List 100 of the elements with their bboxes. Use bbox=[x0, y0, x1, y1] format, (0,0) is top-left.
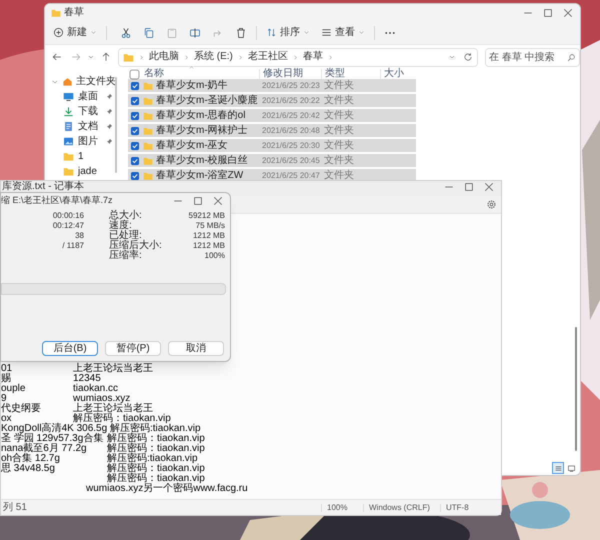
nav-item[interactable]: 1 bbox=[45, 149, 113, 164]
password-note: wumiaos.xyz另一个密码www.facg.ru bbox=[86, 484, 248, 494]
dialog-button[interactable]: 后台(B) bbox=[42, 341, 98, 356]
checkbox[interactable] bbox=[130, 126, 140, 136]
file-type: 文件夹 bbox=[324, 80, 354, 90]
up-icon[interactable] bbox=[100, 51, 112, 63]
copy-icon[interactable] bbox=[143, 26, 155, 38]
cut-icon[interactable] bbox=[120, 26, 132, 38]
column-header[interactable]: 名称 bbox=[144, 68, 164, 79]
chevron-icon bbox=[326, 54, 334, 60]
settings-icon[interactable] bbox=[486, 199, 497, 210]
nav-label: 主文件夹 bbox=[76, 76, 116, 86]
breadcrumb-item[interactable]: 系统 (E:) bbox=[194, 52, 233, 62]
column-header[interactable]: 大小 bbox=[384, 68, 404, 79]
resource-name: 01 bbox=[1, 363, 12, 374]
column-header[interactable]: 修改日期 bbox=[263, 68, 303, 79]
nav-item[interactable]: jade bbox=[45, 164, 113, 179]
file-name: 春草少女m-奶牛 bbox=[156, 80, 228, 90]
dialog-button[interactable]: 暂停(P) bbox=[105, 341, 161, 356]
plus-icon bbox=[53, 27, 64, 38]
file-type: 文件夹 bbox=[324, 140, 354, 150]
resource-name: 代史纲要 bbox=[1, 403, 41, 414]
refresh-icon[interactable] bbox=[463, 52, 473, 62]
rename-icon[interactable] bbox=[189, 26, 201, 38]
encoding[interactable]: UTF-8 bbox=[446, 502, 469, 512]
checkbox[interactable] bbox=[130, 80, 140, 90]
file-row[interactable]: 春草少女m-校服白丝 2021/6/25 20:45 文件夹 bbox=[128, 154, 416, 167]
nav-label: 文档 bbox=[78, 122, 98, 132]
nav-label: jade bbox=[78, 166, 97, 176]
picture-icon bbox=[63, 136, 74, 147]
sort-icon bbox=[266, 27, 277, 38]
file-row[interactable]: 春草少女m-思春的ol 2021/6/25 20:42 文件夹 bbox=[128, 109, 416, 122]
tiles-icon bbox=[566, 464, 576, 472]
caret-icon[interactable] bbox=[87, 53, 95, 61]
stat-value: 75 MB/s bbox=[196, 222, 225, 230]
stat-label: 速度: bbox=[109, 221, 132, 231]
close-icon[interactable] bbox=[211, 194, 225, 206]
file-name: 春草少女m-校服白丝 bbox=[156, 156, 248, 166]
chevron-icon bbox=[183, 54, 190, 60]
resource-name: oh合集 12.7g bbox=[1, 453, 60, 464]
file-row[interactable]: 春草少女m-圣诞小麋鹿 2021/6/25 20:22 文件夹 bbox=[128, 94, 416, 107]
select-all-checkbox[interactable] bbox=[129, 68, 140, 80]
breadcrumb-item[interactable]: 此电脑 bbox=[149, 52, 179, 62]
details-view-button[interactable] bbox=[552, 462, 564, 474]
close-icon[interactable] bbox=[482, 181, 496, 193]
stat-label: 压缩后大小: bbox=[109, 241, 162, 251]
file-row[interactable]: 春草少女m-巫女 2021/6/25 20:30 文件夹 bbox=[128, 139, 416, 152]
address-bar[interactable]: 此电脑 系统 (E:) 老王社区 春草 bbox=[118, 48, 478, 66]
password-note: 解压密码：tiaokan.vip bbox=[107, 474, 205, 484]
resource-name: 9 bbox=[1, 393, 7, 404]
folder-icon bbox=[63, 166, 74, 177]
column-header[interactable]: 类型 bbox=[325, 68, 345, 79]
delete-icon[interactable] bbox=[235, 26, 247, 38]
back-icon[interactable] bbox=[51, 51, 63, 63]
file-row[interactable]: 春草少女m-奶牛 2021/6/25 20:23 文件夹 bbox=[128, 79, 416, 92]
stat-value: 00:12:47 bbox=[52, 222, 84, 230]
file-row[interactable]: 春草少女m-网袜护士 2021/6/25 20:48 文件夹 bbox=[128, 124, 416, 137]
caret-icon[interactable] bbox=[448, 53, 456, 61]
caret-icon bbox=[358, 29, 365, 36]
view-icon bbox=[321, 27, 332, 38]
close-icon[interactable] bbox=[561, 6, 575, 18]
search-field[interactable]: 在 春草 中搜索 bbox=[485, 48, 580, 66]
nav-label: 1 bbox=[78, 152, 84, 162]
nav-label: 图片 bbox=[78, 136, 98, 146]
search-icon bbox=[567, 52, 576, 62]
modified-date: 2021/6/25 20:45 bbox=[262, 156, 320, 164]
modified-date: 2021/6/25 20:23 bbox=[262, 80, 320, 90]
sort-button[interactable]: 排序 bbox=[266, 27, 310, 38]
cursor-position: 列 51 bbox=[3, 502, 27, 512]
nav-item[interactable]: 下载 bbox=[45, 104, 113, 119]
scrollbar[interactable] bbox=[115, 77, 117, 173]
sort-caret-icon bbox=[188, 64, 195, 71]
home-icon bbox=[62, 76, 73, 87]
zoom-level[interactable]: 100% bbox=[327, 502, 348, 512]
stat-label: 压缩率: bbox=[109, 251, 142, 261]
text-line: KongDoll高清4K 306.5g 解压密码:tiaokan.vip bbox=[1, 424, 201, 434]
nav-item[interactable]: 桌面 bbox=[45, 89, 113, 104]
nav-item[interactable]: 图片 bbox=[45, 134, 113, 149]
password-note: 解压密码：tiaokan.vip bbox=[107, 444, 205, 454]
nav-item[interactable]: 主文件夹 bbox=[45, 74, 113, 89]
view-button[interactable]: 查看 bbox=[321, 27, 365, 38]
window-title: 缩 E:\老王社区\春草\春草.7z bbox=[1, 196, 113, 205]
nav-label: 下载 bbox=[78, 106, 98, 116]
checkbox[interactable] bbox=[130, 170, 140, 180]
dialog-button[interactable]: 取消 bbox=[168, 341, 224, 356]
checkbox[interactable] bbox=[130, 96, 140, 106]
breadcrumb-item[interactable]: 春草 bbox=[302, 52, 323, 62]
checkbox[interactable] bbox=[130, 140, 140, 150]
modified-date: 2021/6/25 20:22 bbox=[262, 96, 320, 104]
checkbox[interactable] bbox=[130, 156, 140, 166]
resource-name: 圣 学园 129v57.3g合集 bbox=[1, 433, 104, 444]
nav-item[interactable]: 文档 bbox=[45, 119, 113, 134]
breadcrumb-item[interactable]: 老王社区 bbox=[248, 52, 288, 62]
window-title: 库资源.txt - 记事本 bbox=[1, 181, 84, 192]
scrollbar[interactable] bbox=[575, 327, 577, 451]
checkbox[interactable] bbox=[130, 110, 140, 120]
new-button[interactable]: 新建 bbox=[53, 27, 97, 38]
line-ending[interactable]: Windows (CRLF) bbox=[369, 502, 430, 512]
resource-name: ox bbox=[1, 413, 12, 424]
stat-label: 已处理: bbox=[109, 231, 142, 241]
